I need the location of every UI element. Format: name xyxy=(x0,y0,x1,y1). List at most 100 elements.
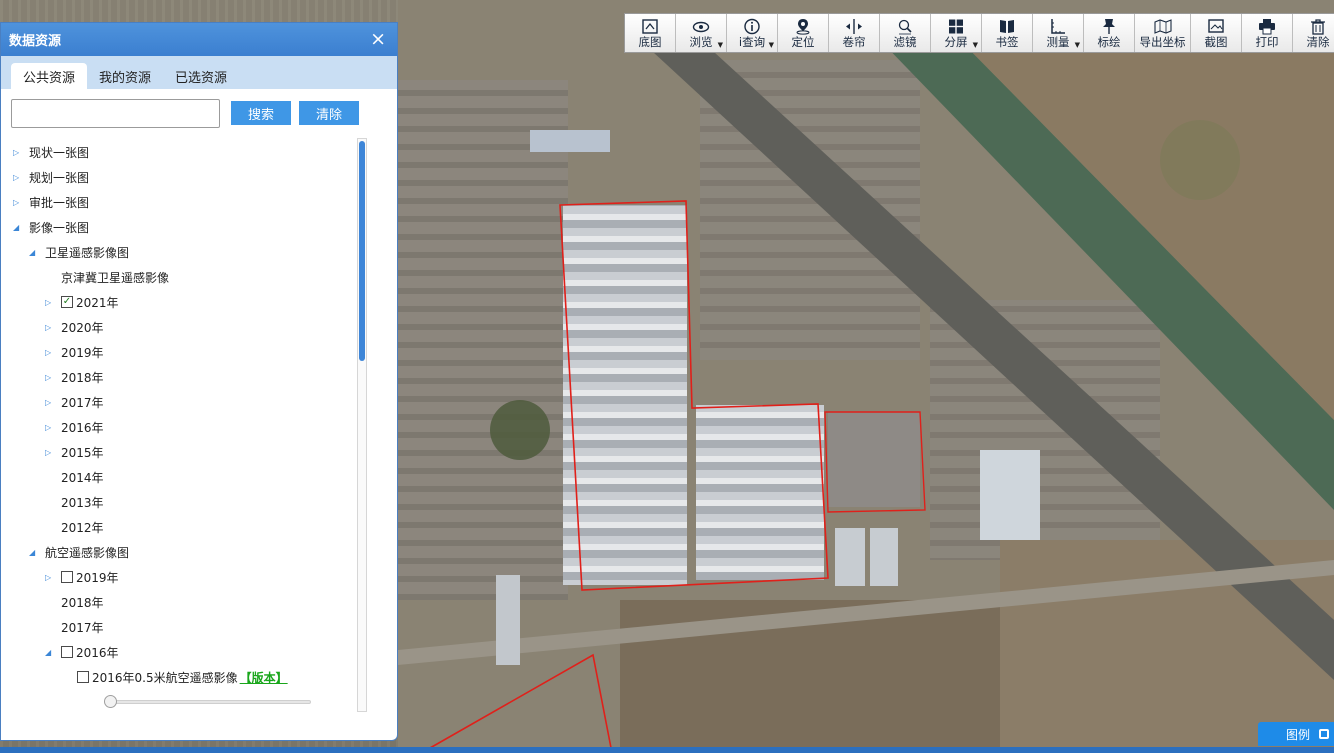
tab-my-resources[interactable]: 我的资源 xyxy=(87,63,163,89)
info-icon xyxy=(744,18,760,34)
layer-checkbox[interactable] xyxy=(77,671,89,683)
toolbar-export-coordinates-button[interactable]: 导出坐标 xyxy=(1135,14,1191,52)
map-toolbar: 底图 浏览 ▼ i查询 ▼ 定位 卷帘 滤镜 分屏 ▼ 书签 测量 ▼ 标绘 导… xyxy=(624,13,1334,53)
tree-node[interactable]: 京津冀卫星遥感影像 xyxy=(61,267,169,287)
layer-checkbox[interactable]: ✓ xyxy=(61,296,73,308)
tree-node-label: 2015年 xyxy=(61,445,104,460)
toolbar-label: 截图 xyxy=(1204,34,1228,49)
tree-node-label: 2013年 xyxy=(61,495,104,510)
tree-scrollbar[interactable] xyxy=(357,138,367,712)
legend-toggle-icon xyxy=(1319,729,1329,739)
resource-tabs: 公共资源 我的资源 已选资源 xyxy=(1,56,397,89)
version-link[interactable]: 【版本】 xyxy=(240,669,288,686)
chevron-down-icon: ▼ xyxy=(972,41,978,49)
legend-button[interactable]: 图例 xyxy=(1258,722,1334,746)
tree-node[interactable]: ▷ 2020年 xyxy=(45,317,104,337)
toolbar-screenshot-button[interactable]: 截图 xyxy=(1191,14,1242,52)
toolbar-bookmark-button[interactable]: 书签 xyxy=(982,14,1033,52)
printer-icon xyxy=(1259,18,1275,34)
toolbar-query-button[interactable]: i查询 ▼ xyxy=(727,14,778,52)
close-icon[interactable]: × xyxy=(370,29,386,49)
tree-node-label: 2018年 xyxy=(61,595,104,610)
search-row: 搜索 清除 xyxy=(11,99,359,128)
collapsed-arrow-icon[interactable]: ▷ xyxy=(45,323,55,332)
search-input[interactable] xyxy=(11,99,220,128)
tree-node[interactable]: ◢ 影像一张图 xyxy=(13,217,89,237)
expanded-arrow-icon[interactable]: ◢ xyxy=(45,648,55,657)
slider-handle[interactable] xyxy=(104,695,117,708)
ruler-icon xyxy=(1051,18,1065,34)
locate-icon xyxy=(796,18,810,35)
scrollbar-thumb[interactable] xyxy=(359,141,365,361)
toolbar-plot-button[interactable]: 标绘 xyxy=(1084,14,1135,52)
tree-node[interactable]: ▷ 现状一张图 xyxy=(13,142,89,162)
tree-node[interactable]: 2018年 xyxy=(61,592,104,612)
tree-node-label: 2016年 xyxy=(76,645,119,660)
toolbar-measure-button[interactable]: 测量 ▼ xyxy=(1033,14,1084,52)
tab-public-resources[interactable]: 公共资源 xyxy=(11,63,88,89)
collapsed-arrow-icon[interactable]: ▷ xyxy=(45,348,55,357)
toolbar-label: i查询 xyxy=(738,34,766,49)
collapsed-arrow-icon[interactable]: ▷ xyxy=(13,198,23,207)
toolbar-locate-button[interactable]: 定位 xyxy=(778,14,829,52)
collapsed-arrow-icon[interactable]: ▷ xyxy=(45,298,55,307)
tree-node-label: 2017年 xyxy=(61,395,104,410)
opacity-slider[interactable] xyxy=(104,695,311,708)
collapsed-arrow-icon[interactable]: ▷ xyxy=(45,573,55,582)
toolbar-label: 书签 xyxy=(995,34,1019,49)
toolbar-print-button[interactable]: 打印 xyxy=(1242,14,1293,52)
tree-node[interactable]: ▷ 2018年 xyxy=(45,367,104,387)
collapsed-arrow-icon[interactable]: ▷ xyxy=(45,423,55,432)
toolbar-label: 打印 xyxy=(1255,34,1279,49)
tree-node-label: 2014年 xyxy=(61,470,104,485)
toolbar-label: 滤镜 xyxy=(893,34,917,49)
tree-node[interactable]: ◢ 卫星遥感影像图 xyxy=(29,242,129,262)
tree-node[interactable]: 2017年 xyxy=(61,617,104,637)
tree-node-label: 航空遥感影像图 xyxy=(45,545,130,560)
pin-icon xyxy=(1103,18,1115,34)
clear-button[interactable]: 清除 xyxy=(299,101,359,125)
toolbar-swipe-button[interactable]: 卷帘 xyxy=(829,14,880,52)
chevron-down-icon: ▼ xyxy=(768,41,774,49)
toolbar-basemap-button[interactable]: 底图 xyxy=(625,14,676,52)
expanded-arrow-icon[interactable]: ◢ xyxy=(29,548,39,557)
tree-node[interactable]: ◢ 2016年 xyxy=(45,642,119,662)
layer-checkbox[interactable] xyxy=(61,571,73,583)
tree-node[interactable]: 2016年0.5米航空遥感影像 【版本】 xyxy=(77,667,288,687)
tree-node[interactable]: ▷ 2019年 xyxy=(45,342,104,362)
toolbar-label: 标绘 xyxy=(1097,34,1121,49)
toolbar-browse-button[interactable]: 浏览 ▼ xyxy=(676,14,727,52)
tree-node-label: 2019年 xyxy=(76,570,119,585)
tree-node[interactable]: ▷ 2019年 xyxy=(45,567,119,587)
tree-node[interactable]: 2013年 xyxy=(61,492,104,512)
tree-node-label: 审批一张图 xyxy=(29,195,90,210)
layer-checkbox[interactable] xyxy=(61,646,73,658)
collapsed-arrow-icon[interactable]: ▷ xyxy=(45,448,55,457)
basemap-icon xyxy=(642,18,658,34)
tree-node[interactable]: ▷ 2016年 xyxy=(45,417,104,437)
tree-node-label: 2021年 xyxy=(76,295,119,310)
toolbar-filter-button[interactable]: 滤镜 xyxy=(880,14,931,52)
expanded-arrow-icon[interactable]: ◢ xyxy=(13,223,23,232)
toolbar-split-screen-button[interactable]: 分屏 ▼ xyxy=(931,14,982,52)
eye-icon xyxy=(692,21,710,32)
collapsed-arrow-icon[interactable]: ▷ xyxy=(45,398,55,407)
tree-node[interactable]: 2012年 xyxy=(61,517,104,537)
tree-node[interactable]: ◢ 航空遥感影像图 xyxy=(29,542,129,562)
collapsed-arrow-icon[interactable]: ▷ xyxy=(45,373,55,382)
toolbar-clear-button[interactable]: 清除 xyxy=(1293,14,1334,52)
expanded-arrow-icon[interactable]: ◢ xyxy=(29,248,39,257)
collapsed-arrow-icon[interactable]: ▷ xyxy=(13,148,23,157)
tree-node[interactable]: ▷ 规划一张图 xyxy=(13,167,89,187)
collapsed-arrow-icon[interactable]: ▷ xyxy=(13,173,23,182)
tree-node[interactable]: ▷ 2015年 xyxy=(45,442,104,462)
tree-node-label: 2017年 xyxy=(61,620,104,635)
tab-selected-resources[interactable]: 已选资源 xyxy=(163,63,239,89)
tree-node[interactable]: ▷ 2017年 xyxy=(45,392,104,412)
search-button[interactable]: 搜索 xyxy=(231,101,291,125)
split-screen-icon xyxy=(949,19,963,33)
tree-node[interactable]: ▷ ✓ 2021年 xyxy=(45,292,119,312)
tree-node[interactable]: 2014年 xyxy=(61,467,104,487)
bookmark-icon xyxy=(1000,19,1014,33)
tree-node[interactable]: ▷ 审批一张图 xyxy=(13,192,89,212)
